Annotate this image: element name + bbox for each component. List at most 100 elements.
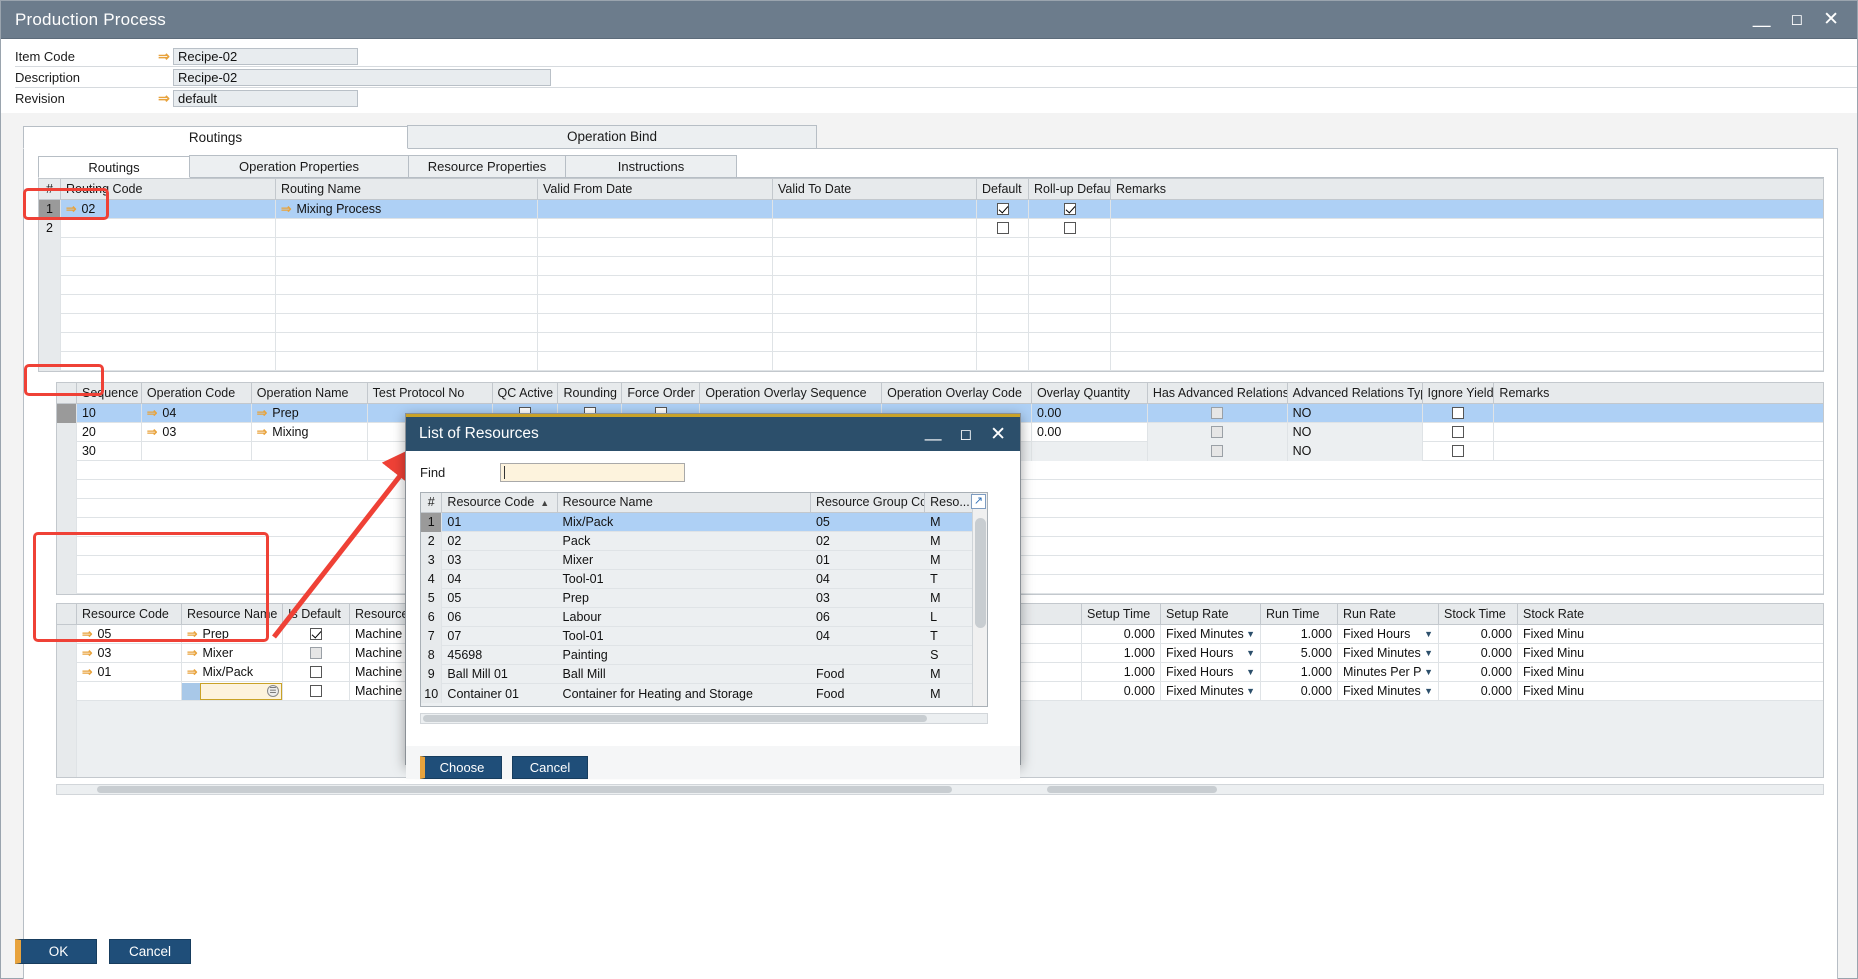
table-row-empty[interactable] [39,257,1823,276]
cell-remarks[interactable] [1494,423,1823,442]
cell-setup-rate[interactable]: Fixed Minutes▼ [1161,625,1261,644]
cell-blank[interactable] [773,333,977,352]
cell-stock-time[interactable]: 0.000 [1439,625,1518,644]
cell-resource-name[interactable]: Painting [558,646,811,665]
cell-is-default[interactable] [283,682,350,701]
cell-overlay-quantity[interactable]: 0.00 [1032,404,1148,423]
list-item[interactable]: 5 05 Prep 03 M [421,589,973,608]
cell-resource-name[interactable]: Labour [558,608,811,627]
tab-inner-operation-properties[interactable]: Operation Properties [189,155,409,177]
cell-resource-type[interactable]: M [925,684,973,703]
col-index[interactable]: # [421,493,442,513]
cell-blank[interactable] [61,333,276,352]
cell-operation-name[interactable]: ⇒Prep [252,404,368,423]
col-sequence[interactable]: Sequence [77,383,142,404]
col-resource-code[interactable]: Resource Code [77,604,182,625]
is-default-checkbox[interactable] [310,647,322,659]
cell-resource-type[interactable]: T [925,627,973,646]
cell-sequence[interactable]: 20 [77,423,142,442]
cell-blank[interactable] [977,333,1029,352]
cell-resource-type[interactable]: T [925,570,973,589]
col-resource-name[interactable]: Resource Name [182,604,283,625]
cell-blank[interactable] [276,295,538,314]
col-resource-name[interactable]: Resource Name [558,493,811,513]
col-resource-type[interactable]: Reso... [925,493,973,513]
table-row[interactable]: 2 [39,219,1823,238]
cell-resource-name[interactable]: Tool-01 [558,570,811,589]
cell-run-rate[interactable]: Minutes Per P▼ [1338,663,1439,682]
cell-sequence[interactable]: 30 [77,442,142,461]
col-rounding[interactable]: Rounding [558,383,622,404]
cell-blank[interactable] [1029,257,1111,276]
cell-blank[interactable] [773,276,977,295]
cell-routing-name[interactable] [276,219,538,238]
cell-resource-code[interactable]: ⇒01 [77,663,182,682]
cell-blank[interactable] [538,295,773,314]
link-arrow-icon[interactable]: ⇒ [82,644,92,662]
cell-sequence[interactable]: 10 [77,404,142,423]
cell-blank[interactable] [1029,352,1111,371]
cell-run-rate[interactable]: Fixed Hours▼ [1338,625,1439,644]
tab-inner-resource-properties[interactable]: Resource Properties [408,155,566,177]
chevron-down-icon[interactable]: ▼ [1424,663,1433,681]
cell-default[interactable] [977,200,1029,219]
col-stock-rate[interactable]: Stock Rate [1518,604,1823,625]
list-item[interactable]: 1 01 Mix/Pack 05 M [421,513,973,532]
col-has-advanced-relations[interactable]: Has Advanced Relations [1148,383,1288,404]
choose-button[interactable]: Choose [420,756,502,779]
cell-run-time[interactable]: 5.000 [1261,644,1338,663]
table-row-empty[interactable] [39,314,1823,333]
cell-valid-to[interactable] [773,200,977,219]
cell-resource-type[interactable]: M [925,665,973,684]
cell-resource-code[interactable]: 02 [442,532,557,551]
col-index[interactable]: # [39,179,61,200]
cell-group-code[interactable]: 01 [811,551,925,570]
cell-blank[interactable] [276,333,538,352]
cell-resource-code[interactable]: 03 [442,551,557,570]
ok-button[interactable]: OK [15,939,97,964]
cell-blank[interactable] [977,257,1029,276]
cell-run-time[interactable]: 1.000 [1261,625,1338,644]
cell-resource-type[interactable]: M [925,551,973,570]
cell-group-code[interactable]: 04 [811,627,925,646]
cell-stock-time[interactable]: 0.000 [1439,682,1518,701]
cell-run-time[interactable]: 0.000 [1261,682,1338,701]
cell-blank[interactable] [538,276,773,295]
cell-stock-rate[interactable]: Fixed Minu [1518,625,1823,644]
cell-blank[interactable] [61,238,276,257]
cell-valid-from[interactable] [538,200,773,219]
cell-blank[interactable] [977,238,1029,257]
cell-remarks[interactable] [1494,404,1823,423]
table-row-empty[interactable] [39,276,1823,295]
cell-setup-time[interactable]: 0.000 [1082,682,1161,701]
cell-blank[interactable] [538,257,773,276]
chevron-down-icon[interactable]: ▼ [1424,682,1433,700]
cell-setup-rate[interactable]: Fixed Minutes▼ [1161,682,1261,701]
cell-remarks[interactable] [1111,219,1821,238]
cell-resource-type[interactable]: S [925,646,973,665]
cell-blank[interactable] [773,295,977,314]
maximize-icon[interactable]: ◻ [1791,12,1803,27]
col-test-protocol-no[interactable]: Test Protocol No [368,383,493,404]
cell-advanced-relations-type[interactable]: NO [1288,423,1423,442]
col-routing-name[interactable]: Routing Name [276,179,538,200]
chevron-down-icon[interactable]: ▼ [1424,625,1433,643]
cell-run-time[interactable]: 1.000 [1261,663,1338,682]
tab-operation-bind[interactable]: Operation Bind [407,125,817,148]
cell-ignore-yield[interactable] [1423,442,1495,461]
col-run-rate[interactable]: Run Rate [1338,604,1439,625]
cell-blank[interactable] [1111,276,1821,295]
scrollbar-thumb[interactable] [975,518,986,628]
cell-resource-name[interactable]: Mix/Pack [558,513,811,532]
list-item[interactable]: 3 03 Mixer 01 M [421,551,973,570]
cell-advanced-relations-type[interactable]: NO [1288,442,1423,461]
cell-group-code[interactable]: 05 [811,513,925,532]
cell-blank[interactable] [276,257,538,276]
description-field[interactable]: Recipe-02 [173,69,551,86]
cell-stock-rate[interactable]: Fixed Minu [1518,663,1823,682]
cell-has-advanced-relations[interactable] [1148,423,1288,442]
cell-operation-name[interactable]: ⇒Mixing [252,423,368,442]
cell-blank[interactable] [61,352,276,371]
cell-resource-name[interactable]: ⇒Mixer [182,644,283,663]
cell-group-code[interactable]: 03 [811,589,925,608]
